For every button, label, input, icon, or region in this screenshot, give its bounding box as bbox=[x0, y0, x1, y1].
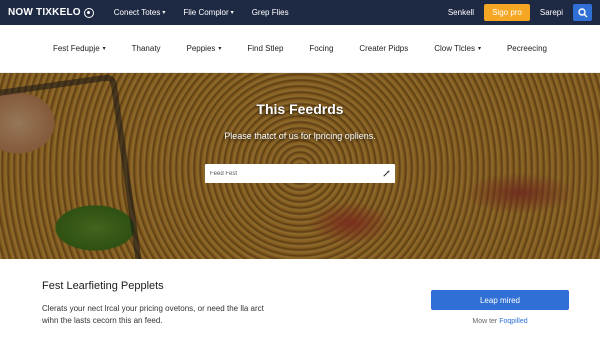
subnav-label: Focing bbox=[309, 44, 334, 53]
subnav-label: Thanaty bbox=[131, 44, 161, 53]
top-right-actions: Senkell Sigo pro Sarepi bbox=[448, 4, 592, 21]
brand-logo[interactable]: NOW TIXKELO bbox=[8, 7, 94, 18]
subnav-label: Creater Pidps bbox=[359, 44, 409, 53]
subnav-item-pecreecing[interactable]: Pecreecing bbox=[507, 44, 547, 53]
top-right-link[interactable]: Senkell bbox=[448, 8, 474, 17]
section-title: Fest Learfieting Pepplets bbox=[42, 280, 164, 292]
chevron-down-icon: ▾ bbox=[218, 46, 222, 52]
top-nav-label: Conect Totes bbox=[113, 8, 161, 17]
subnav-label: Fest Fedupje bbox=[52, 44, 100, 53]
subnav-label: Find Stlep bbox=[247, 44, 284, 53]
hero-search-box[interactable] bbox=[205, 164, 395, 183]
top-nav: Conect Totes ▾ Flie Complor ▾ Grep Flies bbox=[114, 8, 289, 17]
signup-button[interactable]: Sigo pro bbox=[484, 4, 530, 21]
chevron-down-icon: ▾ bbox=[477, 46, 481, 52]
top-nav-label: Grep Flies bbox=[251, 8, 289, 17]
description-line: wihn the lasts cecorn this an feed. bbox=[42, 316, 163, 325]
subnav-label: Pecreecing bbox=[506, 44, 547, 53]
top-nav-label: Flie Complor bbox=[183, 8, 229, 17]
subnav-item-focing[interactable]: Focing bbox=[309, 44, 333, 53]
search-button[interactable] bbox=[573, 4, 592, 21]
feature-section: Fest Learfieting Pepplets Clerats your n… bbox=[0, 259, 600, 338]
hero-banner: This Feedrds Please thatct of us for lpr… bbox=[0, 73, 600, 259]
subnav-item-peppies[interactable]: Peppies ▾ bbox=[187, 44, 222, 53]
search-icon bbox=[577, 7, 587, 17]
hero-content: This Feedrds Please thatct of us for lpr… bbox=[0, 73, 600, 259]
signin-link[interactable]: Sarepi bbox=[540, 8, 563, 17]
subnav-label: Peppies bbox=[186, 44, 216, 53]
subnav-item-find[interactable]: Find Stlep bbox=[247, 44, 283, 53]
chevron-down-icon: ▾ bbox=[102, 46, 106, 52]
pencil-icon[interactable] bbox=[383, 170, 390, 177]
cta-note-link[interactable]: Foqpilled bbox=[499, 318, 527, 325]
cta-note-prefix: Mow ter bbox=[472, 318, 498, 325]
subnav-label: Clow Tlcles bbox=[434, 44, 475, 53]
subnav-item-thanaty[interactable]: Thanaty bbox=[132, 44, 161, 53]
cta-note: Mow ter Foqpilled bbox=[431, 318, 569, 325]
secondary-nav: Fest Fedupje ▾ Thanaty Peppies ▾ Find St… bbox=[0, 25, 600, 73]
description-line: Clerats your nect lrcal your pricing ove… bbox=[42, 304, 264, 313]
chevron-down-icon: ▾ bbox=[230, 10, 234, 16]
top-bar: NOW TIXKELO Conect Totes ▾ Flie Complor … bbox=[0, 0, 600, 25]
hero-subtitle: Please thatct of us for lpricing opliens… bbox=[224, 131, 376, 141]
top-nav-item-grep[interactable]: Grep Flies bbox=[252, 8, 289, 17]
logo-circle-icon bbox=[83, 7, 94, 18]
chevron-down-icon: ▾ bbox=[162, 10, 166, 16]
hero-search-input[interactable] bbox=[210, 170, 383, 177]
hero-title: This Feedrds bbox=[256, 101, 344, 117]
brand-name: NOW TIXKELO bbox=[8, 7, 81, 18]
subnav-item-fest[interactable]: Fest Fedupje ▾ bbox=[53, 44, 106, 53]
subnav-item-creater[interactable]: Creater Pidps bbox=[359, 44, 408, 53]
subnav-item-clow[interactable]: Clow Tlcles ▾ bbox=[434, 44, 481, 53]
top-nav-item-file[interactable]: Flie Complor ▾ bbox=[183, 8, 233, 17]
top-nav-item-connect[interactable]: Conect Totes ▾ bbox=[114, 8, 166, 17]
cta-button[interactable]: Leap mired bbox=[431, 290, 569, 310]
section-description: Clerats your nect lrcal your pricing ove… bbox=[42, 303, 342, 327]
